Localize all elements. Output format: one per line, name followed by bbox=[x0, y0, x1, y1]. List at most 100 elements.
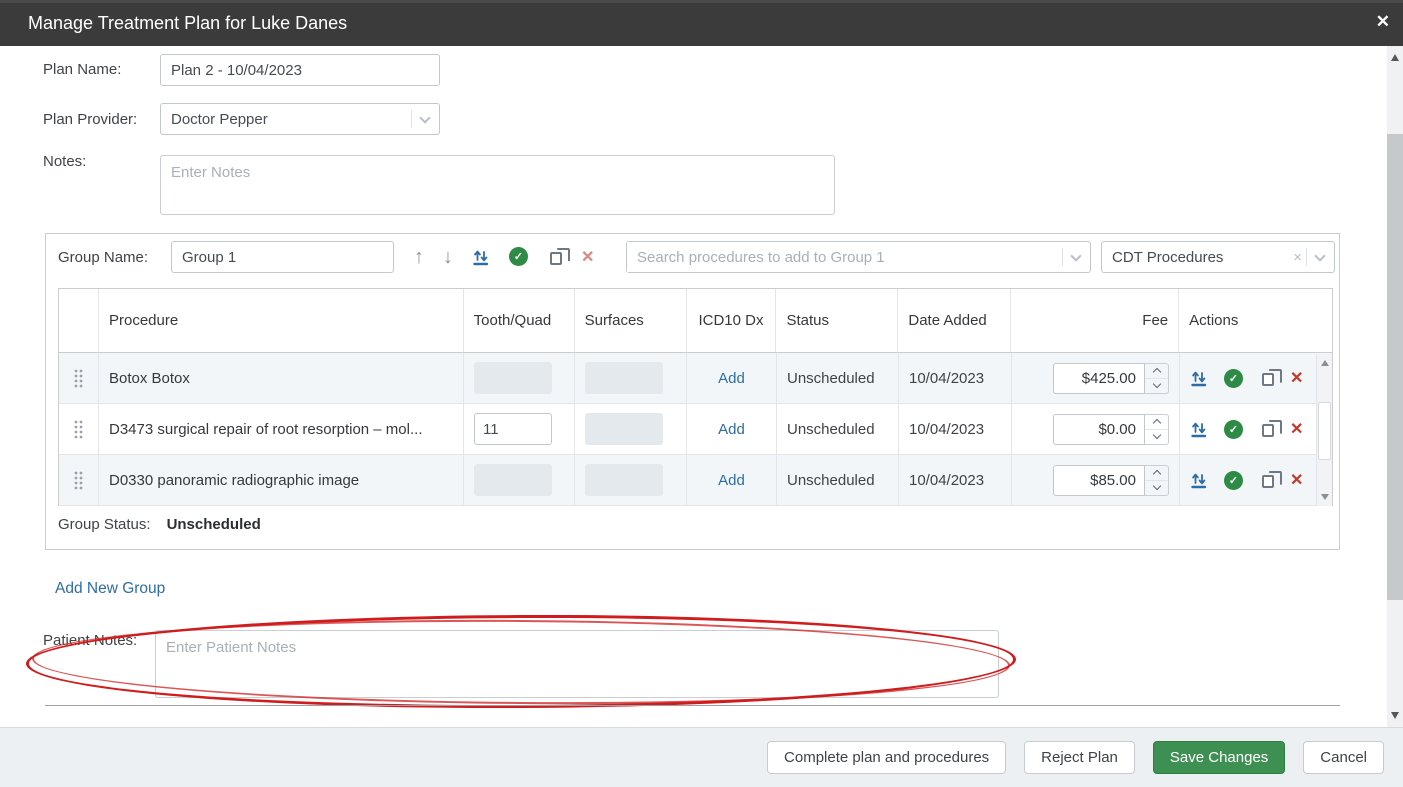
add-new-group-link[interactable]: Add New Group bbox=[55, 580, 165, 598]
fee-increase-icon[interactable] bbox=[1145, 466, 1168, 480]
procedure-type-select[interactable]: CDT Procedures × bbox=[1101, 241, 1335, 273]
table-row: Botox Botox Add Unscheduled 10/04/2023 ✓… bbox=[59, 353, 1332, 404]
modal-scrollbar[interactable] bbox=[1387, 46, 1403, 727]
complete-group-icon[interactable]: ✓ bbox=[509, 247, 528, 266]
add-icd10-link[interactable]: Add bbox=[718, 370, 745, 387]
plan-provider-label: Plan Provider: bbox=[43, 111, 137, 128]
procedure-search-combo[interactable] bbox=[626, 241, 1091, 273]
procedures-table: Procedure Tooth/Quad Surfaces ICD10 Dx S… bbox=[58, 288, 1333, 506]
surfaces-input[interactable] bbox=[585, 362, 663, 394]
scroll-up-icon[interactable] bbox=[1391, 54, 1399, 61]
fee-spinner bbox=[1145, 363, 1169, 394]
group-panel: Group Name: ↑ ↓ ✓ ✕ CDT Procedures × Pro… bbox=[45, 233, 1340, 550]
procedure-name: Botox Botox bbox=[109, 370, 190, 387]
clear-selection-icon[interactable]: × bbox=[1287, 249, 1306, 266]
plan-name-input[interactable] bbox=[160, 54, 440, 86]
reorder-procedures-icon[interactable] bbox=[472, 248, 490, 266]
fee-input[interactable] bbox=[1053, 414, 1145, 445]
tooth-quad-input[interactable] bbox=[474, 413, 552, 445]
tooth-quad-input[interactable] bbox=[474, 362, 552, 394]
col-header-fee: Fee bbox=[1011, 289, 1179, 352]
col-header-icd10: ICD10 Dx bbox=[687, 289, 777, 352]
plan-provider-value: Doctor Pepper bbox=[161, 111, 411, 128]
table-scrollbar-thumb[interactable] bbox=[1318, 402, 1331, 460]
col-header-date-added: Date Added bbox=[898, 289, 1011, 352]
duplicate-procedure-icon[interactable] bbox=[1262, 424, 1274, 437]
tooth-quad-input[interactable] bbox=[474, 464, 552, 496]
plan-provider-select[interactable]: Doctor Pepper bbox=[160, 103, 440, 135]
procedure-name: D0330 panoramic radiographic image bbox=[109, 472, 359, 489]
plan-name-label: Plan Name: bbox=[43, 61, 121, 78]
table-scrollbar[interactable] bbox=[1316, 354, 1332, 506]
fee-increase-icon[interactable] bbox=[1145, 415, 1168, 429]
date-added: 10/04/2023 bbox=[909, 370, 984, 387]
surfaces-input[interactable] bbox=[585, 464, 663, 496]
complete-procedure-icon[interactable]: ✓ bbox=[1224, 369, 1243, 388]
move-group-down-icon[interactable]: ↓ bbox=[443, 247, 453, 267]
patient-notes-textarea[interactable] bbox=[155, 630, 999, 698]
chevron-down-icon[interactable] bbox=[1070, 250, 1081, 261]
duplicate-procedure-icon[interactable] bbox=[1262, 373, 1274, 386]
col-header-status: Status bbox=[776, 289, 898, 352]
combo-divider bbox=[1062, 248, 1063, 266]
fee-decrease-icon[interactable] bbox=[1145, 429, 1168, 444]
delete-group-icon[interactable]: ✕ bbox=[581, 247, 594, 267]
notes-textarea[interactable] bbox=[160, 155, 835, 215]
drag-handle-icon[interactable] bbox=[59, 404, 99, 454]
patient-notes-label: Patient Notes: bbox=[43, 632, 137, 649]
procedure-search-input[interactable] bbox=[627, 242, 1062, 272]
duplicate-group-icon[interactable] bbox=[550, 252, 562, 265]
fee-decrease-icon[interactable] bbox=[1145, 480, 1168, 495]
complete-procedure-icon[interactable]: ✓ bbox=[1224, 471, 1243, 490]
fee-input[interactable] bbox=[1053, 465, 1145, 496]
move-procedure-icon[interactable] bbox=[1190, 471, 1208, 489]
delete-procedure-icon[interactable]: ✕ bbox=[1290, 368, 1303, 388]
chevron-down-icon[interactable] bbox=[1314, 250, 1325, 261]
drag-handle-icon[interactable] bbox=[59, 353, 99, 403]
duplicate-procedure-icon[interactable] bbox=[1262, 475, 1274, 488]
save-changes-button[interactable]: Save Changes bbox=[1153, 741, 1285, 774]
delete-procedure-icon[interactable]: ✕ bbox=[1290, 419, 1303, 439]
fee-spinner bbox=[1145, 414, 1169, 445]
move-procedure-icon[interactable] bbox=[1190, 420, 1208, 438]
group-status-value: Unscheduled bbox=[167, 516, 261, 533]
chevron-down-icon[interactable] bbox=[419, 112, 430, 123]
col-header-surfaces: Surfaces bbox=[575, 289, 687, 352]
scroll-down-icon[interactable] bbox=[1321, 494, 1329, 500]
combo-divider bbox=[1306, 248, 1307, 266]
date-added: 10/04/2023 bbox=[909, 421, 984, 438]
complete-plan-button[interactable]: Complete plan and procedures bbox=[767, 741, 1006, 774]
group-name-input[interactable] bbox=[171, 241, 394, 273]
cancel-button[interactable]: Cancel bbox=[1303, 741, 1384, 774]
add-icd10-link[interactable]: Add bbox=[718, 472, 745, 489]
complete-procedure-icon[interactable]: ✓ bbox=[1224, 420, 1243, 439]
group-status-label: Group Status: bbox=[58, 516, 151, 533]
scroll-down-icon[interactable] bbox=[1391, 712, 1399, 719]
scroll-up-icon[interactable] bbox=[1321, 360, 1329, 366]
fee-input[interactable] bbox=[1053, 363, 1145, 394]
modal-header: Manage Treatment Plan for Luke Danes ✕ bbox=[0, 0, 1403, 46]
date-added: 10/04/2023 bbox=[909, 472, 984, 489]
delete-procedure-icon[interactable]: ✕ bbox=[1290, 470, 1303, 490]
table-header-row: Procedure Tooth/Quad Surfaces ICD10 Dx S… bbox=[59, 289, 1332, 353]
col-header-tooth-quad: Tooth/Quad bbox=[464, 289, 575, 352]
modal-footer: Complete plan and procedures Reject Plan… bbox=[0, 727, 1403, 787]
add-icd10-link[interactable]: Add bbox=[718, 421, 745, 438]
modal-title: Manage Treatment Plan for Luke Danes bbox=[28, 13, 347, 34]
col-header-scrollbar-spacer bbox=[1316, 289, 1332, 352]
reject-plan-button[interactable]: Reject Plan bbox=[1024, 741, 1135, 774]
move-group-up-icon[interactable]: ↑ bbox=[414, 247, 424, 267]
surfaces-input[interactable] bbox=[585, 413, 663, 445]
table-row: D0330 panoramic radiographic image Add U… bbox=[59, 455, 1332, 506]
col-header-actions: Actions bbox=[1179, 289, 1316, 352]
procedure-status: Unscheduled bbox=[787, 370, 875, 387]
group-name-label: Group Name: bbox=[58, 249, 148, 266]
fee-increase-icon[interactable] bbox=[1145, 364, 1168, 378]
modal-scrollbar-thumb[interactable] bbox=[1387, 134, 1403, 600]
table-body: Botox Botox Add Unscheduled 10/04/2023 ✓… bbox=[59, 353, 1332, 506]
content-divider bbox=[45, 705, 1340, 706]
fee-decrease-icon[interactable] bbox=[1145, 378, 1168, 393]
move-procedure-icon[interactable] bbox=[1190, 369, 1208, 387]
drag-handle-icon[interactable] bbox=[59, 455, 99, 505]
close-icon[interactable]: ✕ bbox=[1376, 12, 1390, 32]
